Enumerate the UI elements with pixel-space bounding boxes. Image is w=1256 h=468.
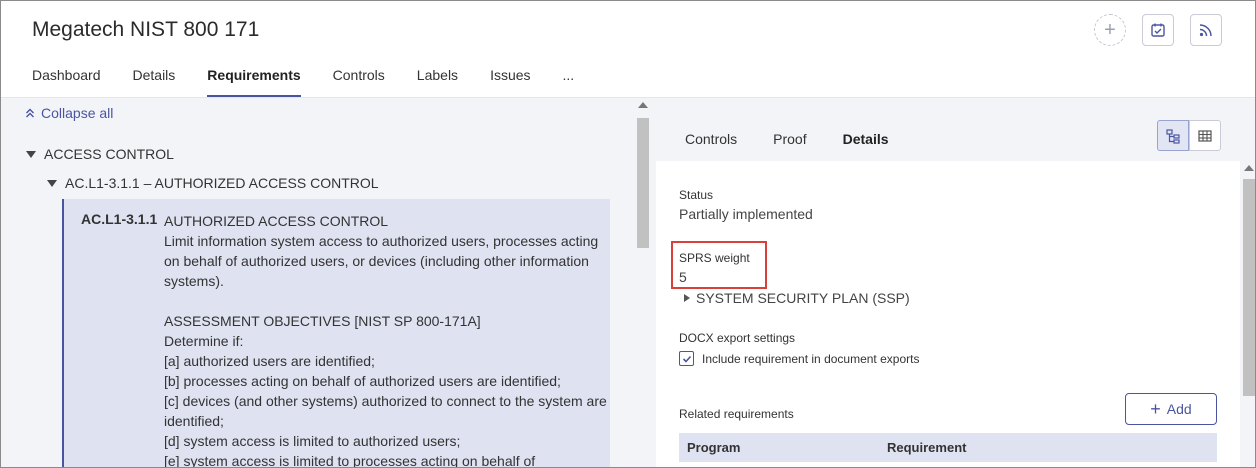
caret-down-icon [26,150,36,158]
table-view-icon [1198,129,1212,142]
sprs-weight-value: 5 [679,269,687,285]
objectives-heading: ASSESSMENT OBJECTIVES [NIST SP 800-171A] [164,313,481,329]
right-scrollbar[interactable] [1241,161,1255,467]
selected-requirement-card[interactable]: AC.L1-3.1.1 AUTHORIZED ACCESS CONTROL Li… [62,199,610,468]
tree-node-label: AC.L1-3.1.1 – AUTHORIZED ACCESS CONTROL [65,175,379,191]
tree-node-ac-l1-3-1-1[interactable]: AC.L1-3.1.1 – AUTHORIZED ACCESS CONTROL [47,175,379,191]
scrollbar-thumb[interactable] [1243,179,1255,396]
requirement-text: AUTHORIZED ACCESS CONTROL Limit informat… [164,211,609,468]
requirement-code: AC.L1-3.1.1 [81,211,158,227]
tab-controls[interactable]: Controls [685,131,737,147]
include-export-label: Include requirement in document exports [702,351,920,366]
collapse-all-link[interactable]: Collapse all [25,105,113,121]
tab-details[interactable]: Details [133,67,176,98]
requirements-tree-panel: Collapse all ACCESS CONTROL AC.L1-3.1.1 … [1,98,651,468]
sprs-weight-label: SPRS weight [679,251,750,265]
column-header-requirement[interactable]: Requirement [887,440,966,455]
status-value: Partially implemented [679,206,813,222]
tab-controls[interactable]: Controls [333,67,385,98]
requirement-description: Limit information system access to autho… [164,233,599,289]
related-requirements-label: Related requirements [679,407,794,421]
double-chevron-up-icon [26,108,34,118]
rss-feed-icon [1199,24,1212,37]
tab-more[interactable]: ... [563,67,575,98]
plus-icon: + [1104,18,1116,41]
calendar-check-icon [1151,23,1165,37]
caret-right-icon [684,294,690,302]
calendar-button[interactable] [1142,14,1174,46]
checkmark-icon [682,355,691,363]
objective-item: [b] processes acting on behalf of author… [164,373,561,389]
objective-item: [a] authorized users are identified; [164,353,375,369]
tab-details[interactable]: Details [843,131,889,147]
main-tabs: Dashboard Details Requirements Controls … [32,67,606,98]
detail-tabs: Controls Proof Details [685,131,925,147]
determine-label: Determine if: [164,333,244,349]
scroll-up-icon[interactable] [1244,165,1254,171]
tab-labels[interactable]: Labels [417,67,458,98]
objective-item: [d] system access is limited to authoriz… [164,433,461,449]
collapse-all-label: Collapse all [41,105,114,121]
plus-icon: + [1150,398,1161,419]
add-button[interactable]: + [1094,14,1126,46]
details-card: Status Partially implemented SPRS weight… [656,161,1240,467]
tree-view-button[interactable] [1157,120,1189,151]
tree-node-access-control[interactable]: ACCESS CONTROL [26,146,174,162]
objective-item: [c] devices (and other systems) authoriz… [164,393,607,429]
add-related-button[interactable]: + Add [1125,393,1217,425]
tab-issues[interactable]: Issues [490,67,530,98]
tab-requirements[interactable]: Requirements [207,67,302,98]
include-export-checkbox[interactable] [679,351,694,366]
tree-node-label: ACCESS CONTROL [44,146,174,162]
page-title: Megatech NIST 800 171 [32,18,260,41]
tree-view-icon [1166,128,1180,144]
tab-dashboard[interactable]: Dashboard [32,67,101,98]
table-view-button[interactable] [1189,120,1221,151]
related-table-header: Program Requirement [679,433,1217,462]
feed-button[interactable] [1190,14,1222,46]
caret-down-icon [47,179,57,187]
requirement-detail-panel: Controls Proof Details Status Partially … [651,98,1255,467]
status-label: Status [679,188,714,202]
include-export-row: Include requirement in document exports [679,351,919,366]
ssp-label: SYSTEM SECURITY PLAN (SSP) [696,290,910,306]
tab-proof[interactable]: Proof [773,131,806,147]
scroll-up-icon[interactable] [638,102,648,108]
column-header-program[interactable]: Program [687,440,740,455]
docx-settings-label: DOCX export settings [679,331,796,345]
left-scrollbar[interactable] [635,98,651,467]
ssp-expander[interactable]: SYSTEM SECURITY PLAN (SSP) [684,290,910,306]
requirement-title: AUTHORIZED ACCESS CONTROL [164,213,389,229]
scrollbar-thumb[interactable] [637,118,649,248]
objective-item: [e] system access is limited to processe… [164,453,536,468]
add-label: Add [1166,401,1192,417]
app-window: Megatech NIST 800 171 + Dashboard Detail… [0,0,1256,468]
